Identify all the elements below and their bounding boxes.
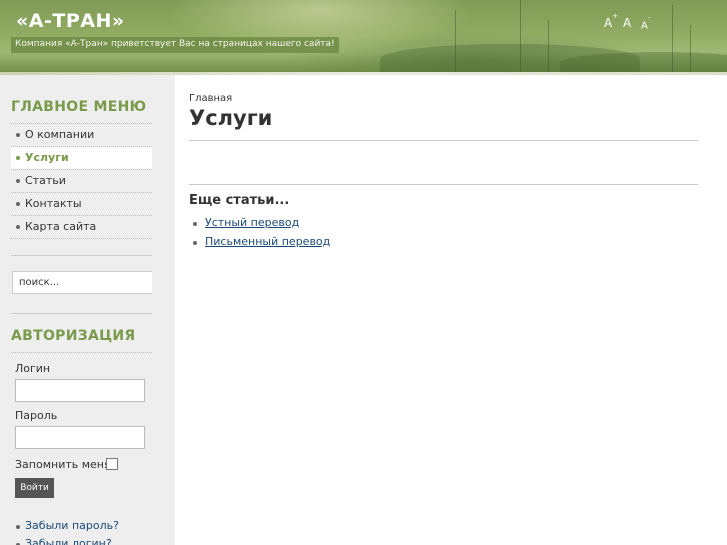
header-grass-decoration	[520, 0, 521, 74]
main-menu-title: ГЛАВНОЕ МЕНЮ	[11, 99, 147, 115]
header-grass-decoration	[548, 20, 549, 74]
menu-item-services[interactable]: Услуги	[11, 147, 152, 169]
article-link-written-translation[interactable]: Письменный перевод	[193, 235, 330, 248]
header-grass-decoration	[455, 10, 456, 74]
menu-item-about[interactable]: О компании	[11, 124, 152, 146]
page-title: Услуги	[189, 106, 273, 130]
login-title: АВТОРИЗАЦИЯ	[11, 328, 136, 344]
forgot-username-link[interactable]: Забыли логин?	[11, 537, 112, 545]
content-divider	[189, 184, 698, 185]
divider	[11, 352, 152, 353]
remember-me-checkbox[interactable]	[106, 458, 118, 470]
remember-me-label: Запомнить меня	[15, 458, 111, 471]
search-input[interactable]	[12, 271, 152, 294]
menu-item-sitemap[interactable]: Карта сайта	[11, 216, 152, 238]
username-field[interactable]	[15, 379, 145, 402]
menu-item-contacts[interactable]: Контакты	[11, 193, 152, 215]
password-label: Пароль	[15, 409, 58, 422]
header-grass-decoration	[690, 25, 691, 74]
site-title[interactable]: «А-ТРАН»	[16, 10, 125, 32]
sub-header-strip-left	[0, 75, 175, 89]
more-articles-heading: Еще статьи...	[189, 193, 290, 208]
password-field[interactable]	[15, 426, 145, 449]
search-top-divider	[11, 255, 152, 256]
header-hill-decoration	[560, 52, 727, 74]
font-decrease-button[interactable]: A-	[641, 14, 650, 31]
site-header: «А-ТРАН» Компания «А-Тран» приветствует …	[0, 0, 727, 74]
title-divider	[189, 140, 698, 141]
divider	[11, 238, 152, 239]
site-slogan: Компания «А-Тран» приветствует Вас на ст…	[11, 37, 339, 53]
article-link-oral-translation[interactable]: Устный перевод	[193, 216, 299, 229]
font-increase-button[interactable]: A+	[604, 12, 618, 30]
login-button[interactable]: Войти	[15, 478, 54, 498]
menu-item-articles[interactable]: Статьи	[11, 170, 152, 192]
username-label: Логин	[15, 362, 51, 375]
search-bottom-divider	[11, 313, 152, 314]
header-grass-decoration	[672, 5, 673, 74]
breadcrumb[interactable]: Главная	[189, 93, 232, 104]
forgot-password-link[interactable]: Забыли пароль?	[11, 519, 119, 532]
font-reset-button[interactable]: A	[623, 16, 631, 30]
